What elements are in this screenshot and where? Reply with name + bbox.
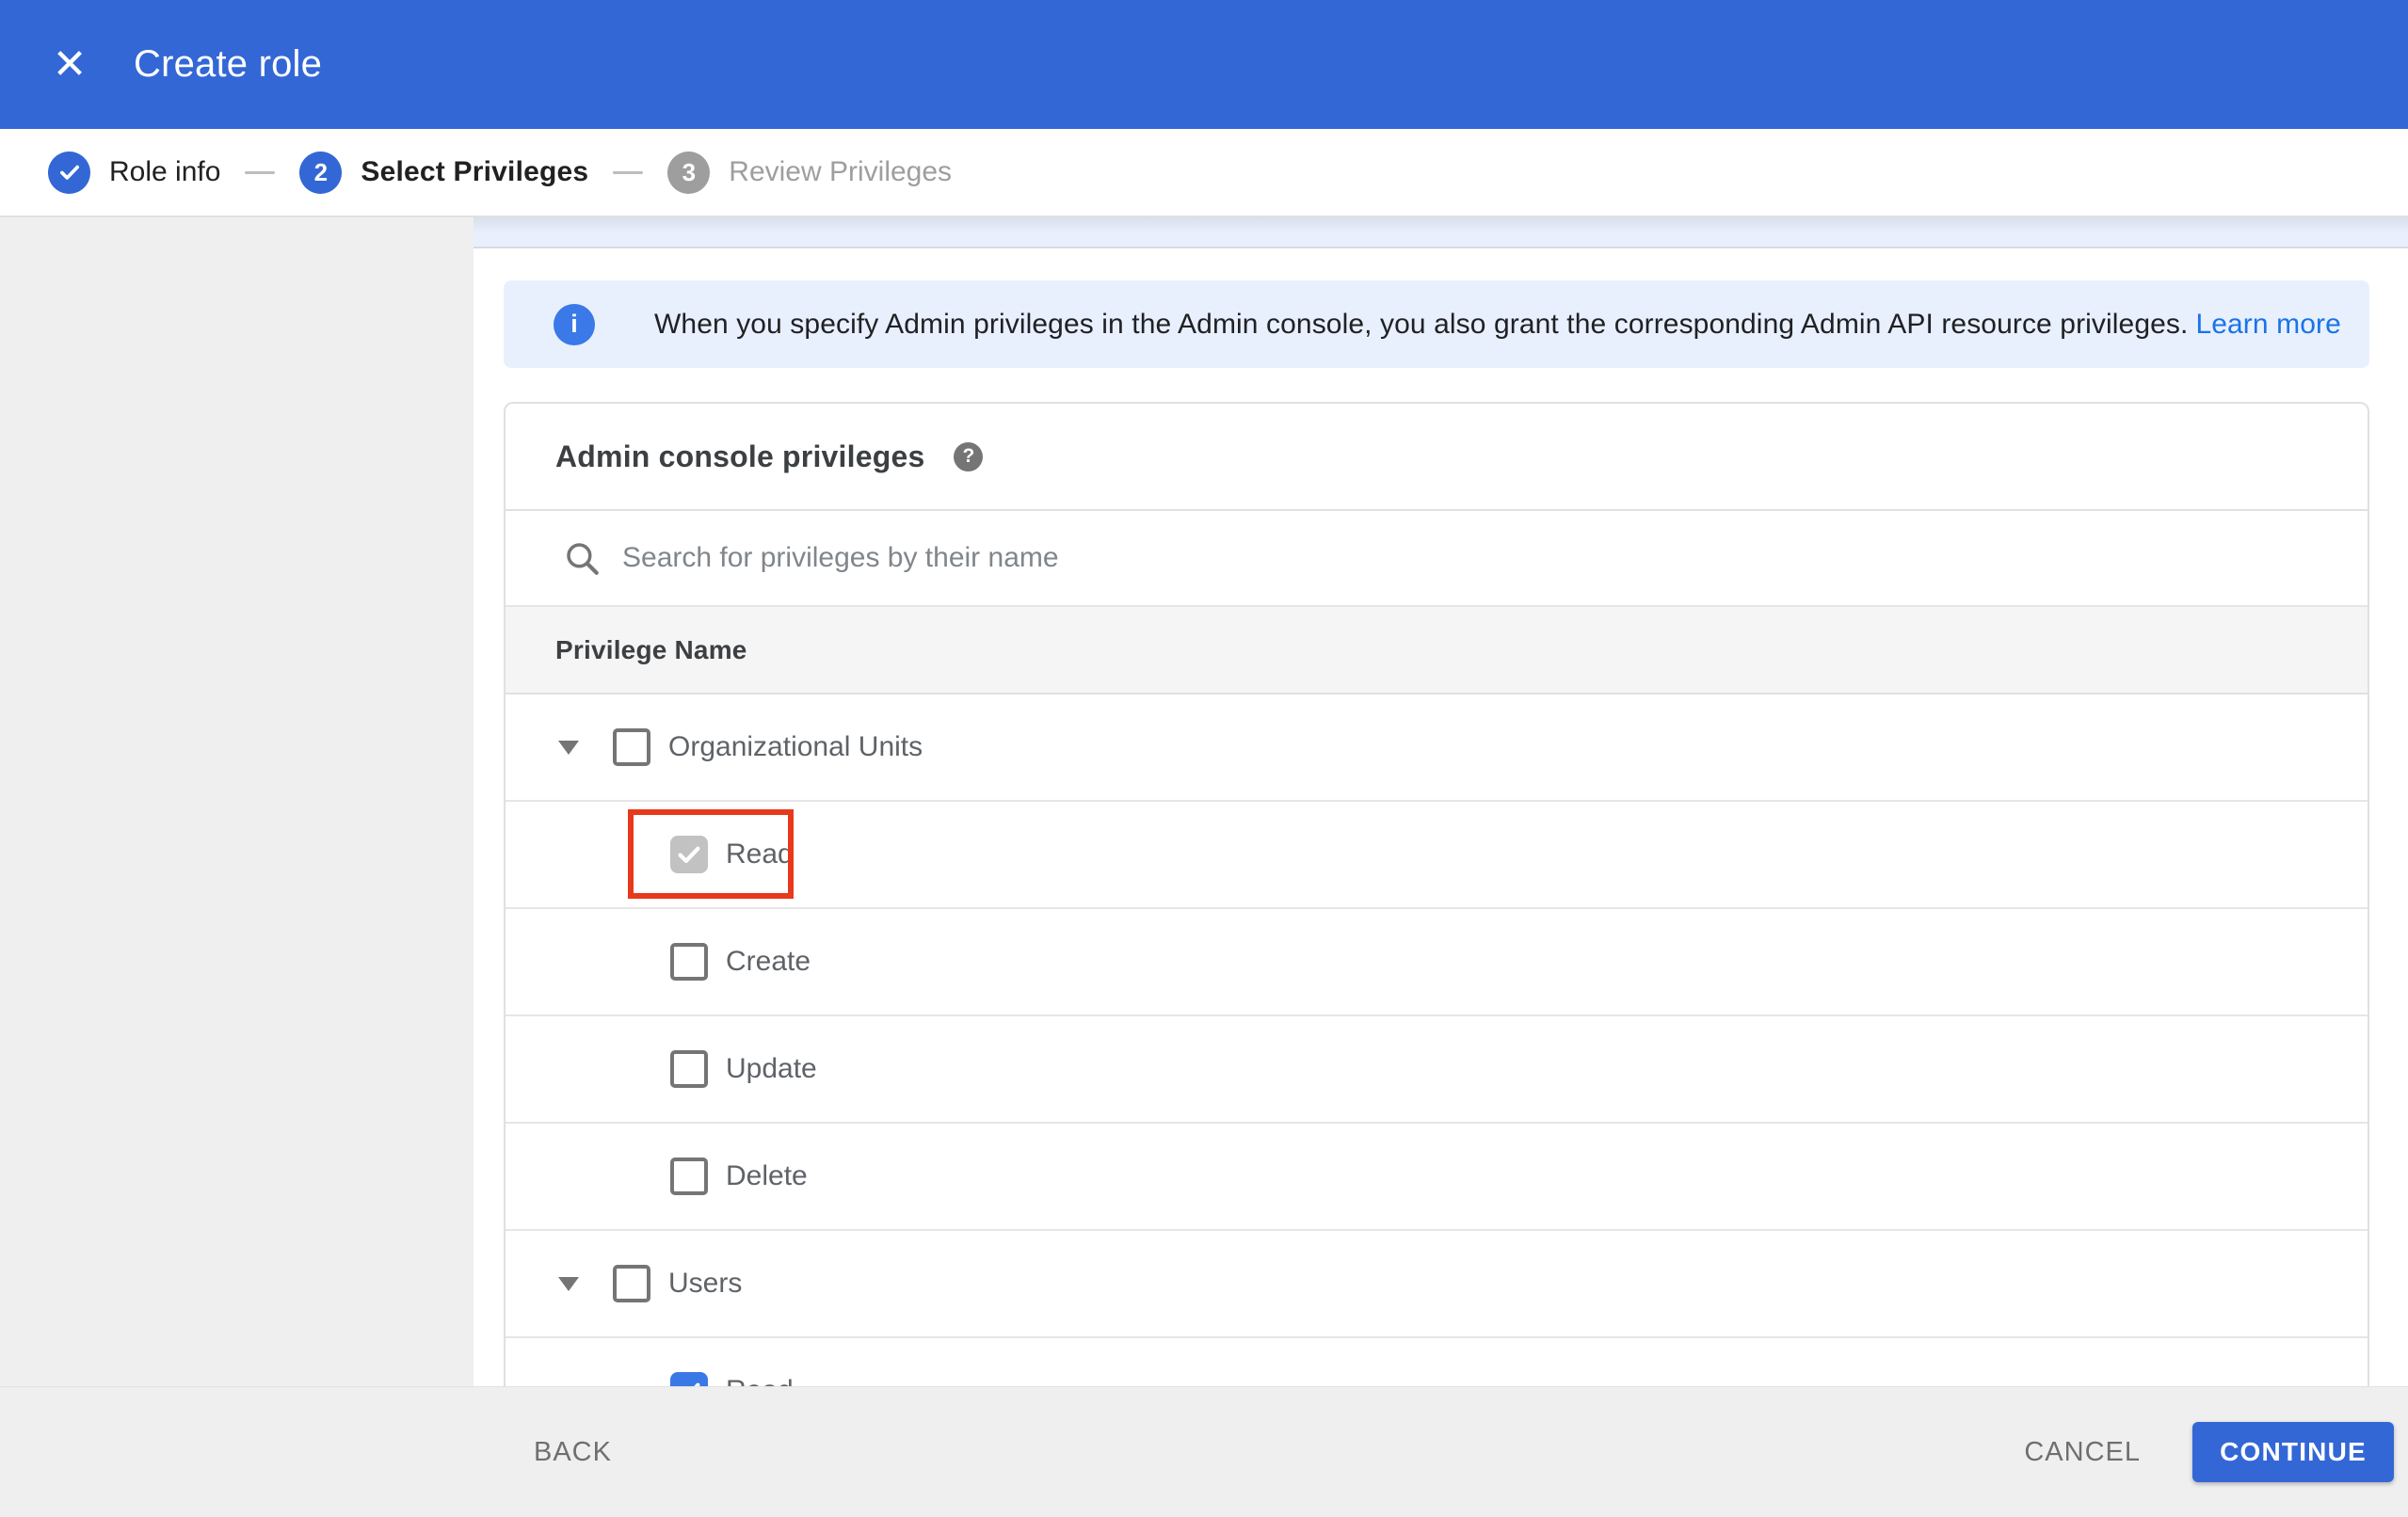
search-row [506, 511, 2368, 605]
section-title: Admin console privileges [555, 439, 925, 473]
cancel-button[interactable]: CANCEL [2024, 1437, 2141, 1468]
checkbox-users-read-checked[interactable] [670, 1372, 708, 1386]
privilege-row-users-read[interactable]: Read [506, 1338, 2368, 1386]
step-label: Select Privileges [361, 156, 589, 187]
info-icon: i [554, 303, 595, 345]
checkbox-users[interactable] [613, 1265, 650, 1302]
search-icon [567, 543, 599, 575]
privilege-row-update[interactable]: Update [506, 1016, 2368, 1124]
step-completed-check-icon [48, 151, 90, 194]
card-title-row: Admin console privileges ? [506, 404, 2368, 511]
step-label: Review Privileges [729, 156, 953, 187]
body: i When you specify Admin privileges in t… [0, 217, 2408, 1386]
privilege-label: Read [726, 1375, 794, 1386]
back-button[interactable]: BACK [534, 1437, 612, 1468]
stepper: Role info 2 Select Privileges 3 Review P… [0, 129, 2408, 217]
app-bar: ✕ Create role [0, 0, 2408, 129]
help-icon[interactable]: ? [954, 441, 984, 471]
close-icon[interactable]: ✕ [49, 43, 90, 86]
privilege-row-users[interactable]: Users [506, 1231, 2368, 1338]
content-top-strip [474, 217, 2408, 248]
step-role-info[interactable]: Role info [48, 151, 221, 194]
collapse-arrow-icon[interactable] [558, 740, 579, 755]
step-connector [245, 170, 276, 174]
checkbox-update[interactable] [670, 1050, 708, 1088]
step-label: Role info [109, 156, 221, 187]
collapse-arrow-icon[interactable] [558, 1276, 579, 1291]
step-select-privileges[interactable]: 2 Select Privileges [299, 151, 589, 194]
privilege-label: Update [726, 1053, 817, 1084]
checkbox-delete[interactable] [670, 1158, 708, 1195]
checkbox-read-checked[interactable] [670, 836, 708, 873]
privilege-label: Users [668, 1268, 743, 1299]
info-banner-message: When you specify Admin privileges in the… [654, 308, 2189, 340]
privilege-row-read[interactable]: Read [506, 802, 2368, 909]
step-number-badge: 2 [299, 151, 343, 194]
step-number-badge: 3 [667, 151, 711, 194]
admin-console-privileges-card: Admin console privileges ? Privilege Nam… [504, 402, 2369, 1386]
privilege-label: Organizational Units [668, 731, 923, 762]
step-review-privileges[interactable]: 3 Review Privileges [667, 151, 953, 194]
checkbox-create[interactable] [670, 943, 708, 981]
info-banner-text: When you specify Admin privileges in the… [654, 309, 2341, 341]
column-header-privilege-name: Privilege Name [555, 634, 747, 664]
privilege-row-delete[interactable]: Delete [506, 1124, 2368, 1231]
left-panel [0, 217, 474, 1386]
checkbox-organizational-units[interactable] [613, 728, 650, 766]
footer-bar: BACK CANCEL CONTINUE [0, 1386, 2408, 1517]
continue-button[interactable]: CONTINUE [2192, 1422, 2394, 1482]
learn-more-link[interactable]: Learn more [2195, 309, 2340, 340]
page-title: Create role [134, 43, 323, 85]
privilege-row-create[interactable]: Create [506, 909, 2368, 1016]
content-pane: i When you specify Admin privileges in t… [474, 217, 2408, 1386]
privilege-label: Delete [726, 1160, 808, 1191]
privilege-label: Read [726, 838, 794, 870]
table-header-row: Privilege Name [506, 605, 2368, 695]
search-input[interactable] [622, 542, 1752, 574]
info-banner: i When you specify Admin privileges in t… [504, 280, 2369, 368]
step-connector [613, 170, 644, 174]
privilege-row-organizational-units[interactable]: Organizational Units [506, 695, 2368, 802]
privilege-label: Create [726, 946, 811, 977]
